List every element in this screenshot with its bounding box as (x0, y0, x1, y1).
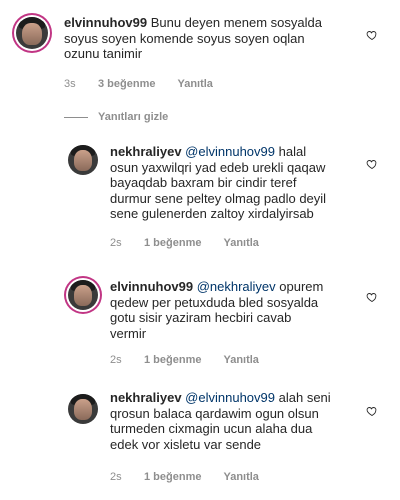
comment-meta: 2s 1 beğenme Yanıtla (110, 237, 259, 249)
comment-meta: 2s 1 beğenme Yanıtla (110, 354, 259, 366)
comment-meta: 2s 1 beğenme Yanıtla (110, 471, 259, 483)
avatar[interactable] (68, 280, 98, 310)
comment-body: nekhraliyev @elvinnuhov99 halal osun yax… (110, 144, 365, 222)
username[interactable]: elvinnuhov99 (64, 15, 147, 30)
reply-item: nekhraliyev @elvinnuhov99 alah seni qros… (0, 380, 400, 495)
mention-link[interactable]: @nekhraliyev (197, 279, 276, 294)
comment-item: elvinnuhov99 Bunu deyen menem sosyalda s… (0, 0, 400, 100)
reply-button[interactable]: Yanıtla (223, 237, 258, 249)
comment-meta: 3s 3 beğenme Yanıtla (64, 78, 213, 90)
like-count[interactable]: 1 beğenme (144, 354, 201, 366)
timestamp: 2s (110, 237, 122, 249)
comment-body: elvinnuhov99 Bunu deyen menem sosyalda s… (64, 15, 364, 62)
username[interactable]: elvinnuhov99 (110, 279, 193, 294)
reply-item: nekhraliyev @elvinnuhov99 halal osun yax… (0, 130, 400, 260)
timestamp: 2s (110, 471, 122, 483)
timestamp: 2s (110, 354, 122, 366)
reply-button[interactable]: Yanıtla (223, 471, 258, 483)
like-count[interactable]: 3 beğenme (98, 78, 155, 90)
hide-replies-toggle[interactable]: Yanıtları gizle (64, 111, 168, 123)
hide-replies-label[interactable]: Yanıtları gizle (98, 111, 168, 123)
username[interactable]: nekhraliyev (110, 390, 182, 405)
mention-link[interactable]: @elvinnuhov99 (185, 144, 275, 159)
reply-button[interactable]: Yanıtla (223, 354, 258, 366)
comment-body: nekhraliyev @elvinnuhov99 alah seni qros… (110, 390, 365, 452)
heart-outline-icon[interactable] (366, 405, 378, 417)
mention-link[interactable]: @elvinnuhov99 (185, 390, 275, 405)
heart-outline-icon[interactable] (366, 29, 378, 41)
like-count[interactable]: 1 beğenme (144, 237, 201, 249)
avatar[interactable] (68, 145, 98, 175)
divider-line (64, 116, 88, 118)
like-count[interactable]: 1 beğenme (144, 471, 201, 483)
avatar[interactable] (68, 394, 98, 424)
comment-body: elvinnuhov99 @nekhraliyev opurem qedew p… (110, 279, 365, 341)
username[interactable]: nekhraliyev (110, 144, 182, 159)
heart-outline-icon[interactable] (366, 158, 378, 170)
heart-outline-icon[interactable] (366, 291, 378, 303)
avatar[interactable] (16, 17, 48, 49)
timestamp: 3s (64, 78, 76, 90)
reply-item: elvinnuhov99 @nekhraliyev opurem qedew p… (0, 265, 400, 375)
reply-button[interactable]: Yanıtla (177, 78, 212, 90)
